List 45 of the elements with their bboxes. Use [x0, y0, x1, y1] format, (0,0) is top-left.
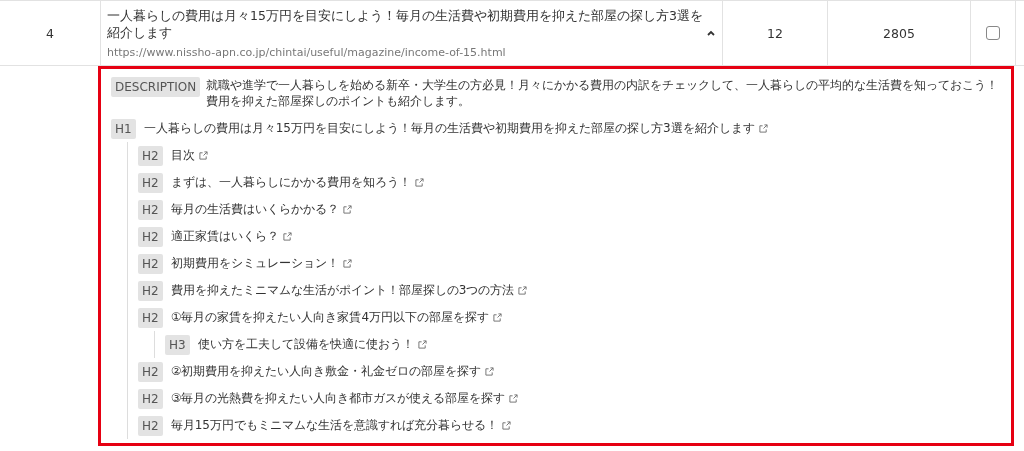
heading-text: 初期費用をシミュレーション！: [170, 255, 339, 272]
external-link-icon[interactable]: [198, 151, 208, 160]
heading-text: ②初期費用を抑えたい人向き敷金・礼金ゼロの部屋を探す: [170, 363, 482, 380]
external-link-icon[interactable]: [342, 205, 352, 214]
heading-text: ③毎月の光熱費を抑えたい人向き都市ガスが使える部屋を探す: [170, 390, 506, 407]
heading-text: 目次: [170, 147, 195, 164]
heading-text: 毎月15万円でもミニマムな生活を意識すれば充分暮らせる！: [170, 417, 498, 434]
heading-text: 一人暮らしの費用は月々15万円を目安にしよう！毎月の生活費や初期費用を抑えた部屋の探し方3選を紹介します: [143, 120, 755, 137]
external-link-icon[interactable]: [518, 286, 528, 295]
heading-text: まずは、一人暮らしにかかる費用を知ろう！: [170, 174, 411, 191]
heading-tag: H2: [138, 388, 163, 409]
page-url[interactable]: https://www.nissho-apn.co.jp/chintai/useful/magazine/income-of-15.html: [107, 46, 706, 59]
heading-tag: H2: [138, 172, 163, 193]
table-cell: 12: [767, 25, 783, 41]
external-link-icon[interactable]: [758, 124, 768, 133]
external-link-icon[interactable]: [493, 313, 503, 322]
heading-text: 適正家賃はいくら？: [170, 228, 279, 245]
heading-tag: H2: [138, 253, 163, 274]
heading-tag: H2: [138, 307, 163, 328]
heading-tag: H3: [165, 334, 190, 355]
external-link-icon[interactable]: [509, 394, 519, 403]
description-text: 就職や進学で一人暮らしを始める新卒・大学生の方必見！月々にかかる費用の内訳をチェックして、一人暮らしの平均的な生活費を知っておこう！費用を抑えた部屋探しのポイントも紹介します。: [206, 77, 1000, 109]
heading-text: 使い方を工夫して設備を快適に使おう！: [197, 336, 414, 353]
external-link-icon[interactable]: [342, 259, 352, 268]
heading-text: 費用を抑えたミニマムな生活がポイント！部屋探しの3つの方法: [170, 282, 515, 299]
external-link-icon[interactable]: [414, 178, 424, 187]
heading-text: ①毎月の家賃を抑えたい人向き家賃4万円以下の部屋を探す: [170, 309, 490, 326]
heading-tag: H2: [138, 145, 163, 166]
heading-tag: H1: [111, 118, 136, 139]
heading-tag: H2: [138, 226, 163, 247]
heading-tag: H2: [138, 361, 163, 382]
external-link-icon[interactable]: [501, 421, 511, 430]
page-title: 一人暮らしの費用は月々15万円を目安にしよう！毎月の生活費や初期費用を抑えた部屋の探し方3選を紹介します: [107, 7, 704, 41]
external-link-icon[interactable]: [485, 367, 495, 376]
table-cell: 2805: [883, 25, 915, 41]
heading-text: 毎月の生活費はいくらかかる？: [170, 201, 339, 218]
external-link-icon[interactable]: [282, 232, 292, 241]
checkbox[interactable]: [986, 26, 1000, 40]
heading-tag: H2: [138, 415, 163, 436]
description-label: DESCRIPTION: [111, 77, 201, 97]
heading-tag: H2: [138, 199, 163, 220]
heading-tag: H2: [138, 280, 163, 301]
row-index: 4: [46, 25, 54, 41]
external-link-icon[interactable]: [417, 340, 427, 349]
collapse-caret-icon[interactable]: [706, 29, 716, 37]
